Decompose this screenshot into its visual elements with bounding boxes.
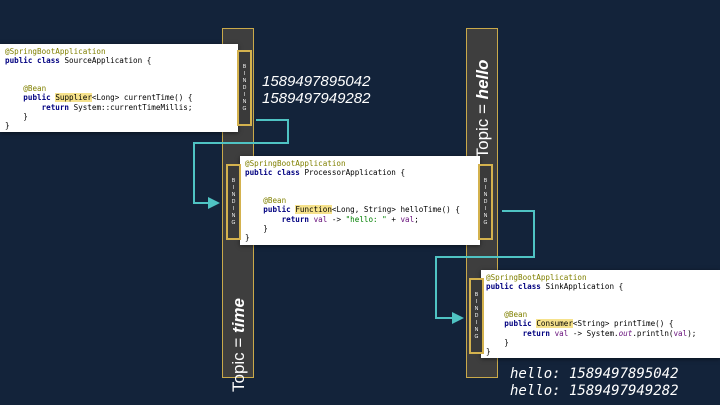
binding-letter: D (242, 84, 247, 91)
source-application-card: @SpringBootApplication public class Sour… (0, 44, 238, 132)
kw: class (518, 282, 541, 292)
sink-bean: @Bean (504, 310, 528, 320)
sink-application-card: @SpringBootApplication public class Sink… (481, 270, 720, 358)
binding-letter: I (484, 184, 487, 191)
brace: } (245, 233, 250, 243)
binding-letter: B (474, 291, 479, 298)
binding-letter: I (475, 298, 478, 305)
kw: public (263, 205, 291, 215)
source-signature: <Long> currentTime() { (91, 93, 193, 103)
kw: return (41, 102, 70, 112)
processor-signature: <Long, String> helloTime() { (331, 205, 460, 215)
lambda-arrow: -> (327, 214, 346, 224)
processor-application-card: @SpringBootApplication public class Proc… (240, 156, 480, 245)
sink-class-name: SinkApplication { (540, 282, 624, 292)
brace: } (486, 347, 491, 357)
binding-letter: G (474, 333, 479, 340)
kw: return (281, 214, 310, 224)
lambda-param: val (673, 328, 688, 338)
timestamps: 1589497895042 1589497949282 (262, 73, 370, 107)
binding-letter: G (231, 219, 236, 226)
binding-letter: G (242, 105, 247, 112)
kw: public (245, 168, 273, 178)
semicolon: ; (414, 214, 419, 224)
brace: } (263, 224, 268, 234)
processor-type: Function (295, 205, 332, 215)
binding-letter: I (232, 184, 235, 191)
method-call: .println( (632, 328, 674, 338)
source-annotation: @SpringBootApplication (5, 47, 106, 56)
lambda-body: -> System. (568, 328, 619, 338)
binding-letter: N (483, 212, 488, 219)
binding-letter: I (243, 70, 246, 77)
binding-letter: B (242, 63, 247, 70)
binding-letter: N (242, 77, 247, 84)
timestamp-2: 1589497949282 (262, 90, 371, 107)
brace: } (5, 121, 10, 131)
binding-letter: D (474, 312, 479, 319)
output-line-1: hello: 1589497895042 (510, 366, 679, 382)
kw: return (522, 328, 551, 338)
binding-letter: I (475, 319, 478, 326)
kw: public (5, 56, 33, 66)
binding-letter: N (474, 326, 479, 333)
processor-code: @SpringBootApplication public class Proc… (240, 156, 465, 246)
processor-binding-in: BINDING (226, 164, 241, 240)
brace: } (23, 112, 28, 122)
timestamp-1: 1589497895042 (262, 73, 371, 90)
kw: class (277, 168, 300, 178)
sink-signature: <String> printTime() { (572, 319, 674, 329)
kw: public (504, 319, 532, 329)
binding-letter: N (242, 98, 247, 105)
console-output: hello: 1589497895042 hello: 158949794928… (510, 366, 679, 400)
binding-letter: N (231, 191, 236, 198)
binding-letter: D (231, 198, 236, 205)
source-type: Supplier (55, 93, 92, 103)
string-literal: "hello: " (345, 214, 387, 224)
static-field: out (618, 328, 633, 338)
sink-code: @SpringBootApplication public class Sink… (481, 270, 701, 360)
binding-letter: I (232, 205, 235, 212)
processor-class-name: ProcessorApplication { (299, 168, 406, 178)
binding-letter: B (483, 177, 488, 184)
kw: class (37, 56, 60, 66)
binding-letter: N (474, 305, 479, 312)
source-binding: BINDING (237, 50, 252, 126)
brace: } (504, 338, 509, 348)
operator: + (386, 214, 401, 224)
sink-annotation: @SpringBootApplication (486, 273, 587, 282)
kw: public (486, 282, 514, 292)
lambda-param: val (400, 214, 415, 224)
source-bean: @Bean (23, 84, 47, 94)
lambda-param: val (554, 328, 569, 338)
call-end: ); (687, 328, 697, 338)
binding-letter: N (483, 191, 488, 198)
binding-letter: I (484, 205, 487, 212)
binding-letter: B (231, 177, 236, 184)
processor-bean: @Bean (263, 196, 287, 206)
source-class-name: SourceApplication { (59, 56, 152, 66)
sink-binding: BINDING (469, 278, 484, 354)
binding-letter: N (231, 212, 236, 219)
output-line-2: hello: 1589497949282 (510, 383, 679, 399)
sink-type: Consumer (536, 319, 573, 329)
binding-letter: I (243, 91, 246, 98)
kw: public (23, 93, 51, 103)
source-code: @SpringBootApplication public class Sour… (0, 44, 197, 134)
processor-binding-out: BINDING (478, 164, 493, 240)
binding-letter: D (483, 198, 488, 205)
source-body: System::currentTimeMillis; (69, 102, 193, 112)
lambda-param: val (313, 214, 328, 224)
processor-annotation: @SpringBootApplication (245, 159, 346, 168)
binding-letter: G (483, 219, 488, 226)
